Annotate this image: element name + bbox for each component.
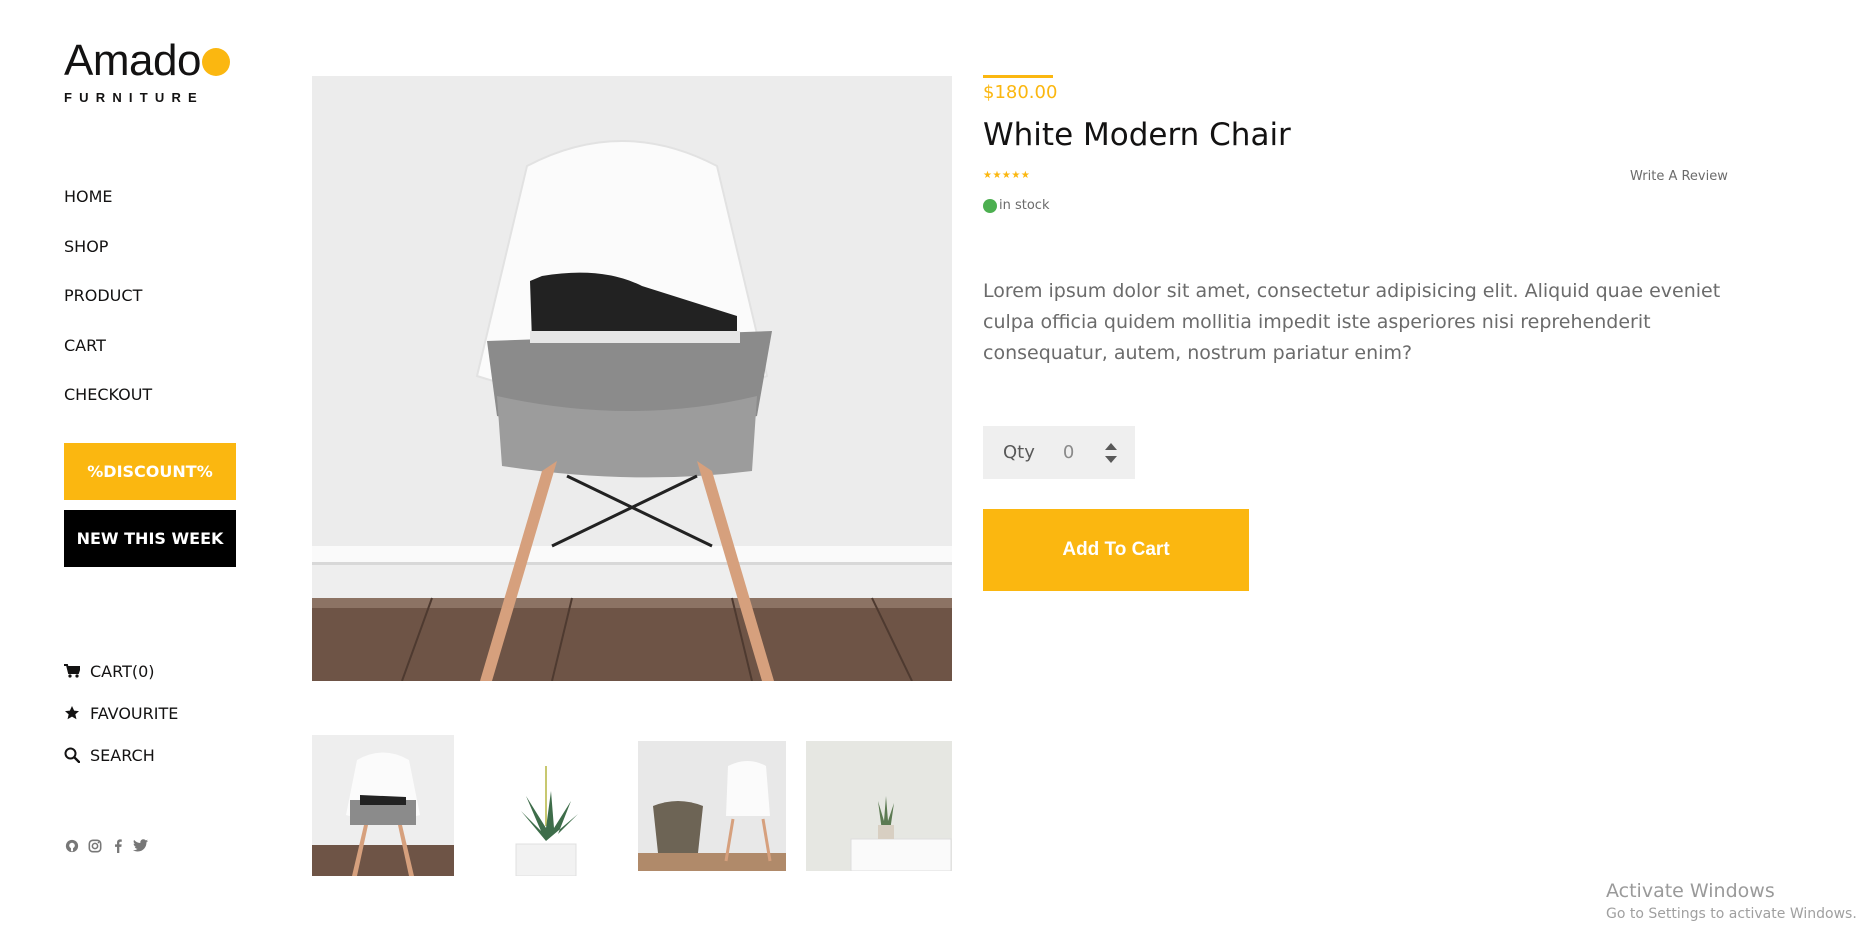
tool-search[interactable]: SEARCH <box>64 734 178 776</box>
nav-item-home: HOME <box>64 172 152 222</box>
qty-decrease-icon[interactable] <box>1104 455 1117 463</box>
product-thumbnail-1[interactable] <box>312 735 454 876</box>
product-thumbnail-4[interactable] <box>806 741 952 871</box>
nav-item-product: PRODUCT <box>64 271 152 321</box>
twitter-icon[interactable] <box>133 838 148 853</box>
rating-stars: ★★★★★ <box>983 170 1031 181</box>
write-review-link[interactable]: Write A Review <box>1630 169 1728 184</box>
product-price: $180.00 <box>983 82 1058 103</box>
tool-cart-label: CART(0) <box>90 661 155 681</box>
product-title: White Modern Chair <box>983 117 1291 153</box>
sidebar-tools: CART(0) FAVOURITE SEARCH <box>64 650 178 776</box>
cart-icon <box>64 664 90 678</box>
instagram-icon[interactable] <box>87 838 102 853</box>
stock-status: in stock <box>983 198 1049 213</box>
discount-button[interactable]: %DISCOUNT% <box>64 443 236 500</box>
tool-search-label: SEARCH <box>90 745 155 765</box>
product-thumbnail-3[interactable] <box>638 741 786 871</box>
product-main-image[interactable] <box>312 76 952 681</box>
quantity-stepper: Qty <box>983 426 1135 479</box>
nav-link-product[interactable]: PRODUCT <box>64 286 142 305</box>
sidebar: Amado FURNITURE HOME SHOP PRODUCT CART C… <box>0 0 300 931</box>
nav-link-checkout[interactable]: CHECKOUT <box>64 385 152 404</box>
nav-item-shop: SHOP <box>64 222 152 272</box>
facebook-icon[interactable] <box>110 838 125 853</box>
chair-photo <box>312 76 952 681</box>
new-this-week-button[interactable]: NEW THIS WEEK <box>64 510 236 567</box>
logo-dot <box>201 48 230 76</box>
nav-link-home[interactable]: HOME <box>64 187 113 206</box>
main-nav: HOME SHOP PRODUCT CART CHECKOUT <box>64 172 152 420</box>
nav-link-cart[interactable]: CART <box>64 336 106 355</box>
nav-link-shop[interactable]: SHOP <box>64 237 108 256</box>
tool-cart[interactable]: CART(0) <box>64 650 178 692</box>
stock-label: in stock <box>999 198 1050 213</box>
github-icon[interactable] <box>64 838 79 853</box>
logo[interactable]: Amado FURNITURE <box>64 38 230 105</box>
product-description: Lorem ipsum dolor sit amet, consectetur … <box>983 280 1721 364</box>
qty-input[interactable] <box>1062 442 1093 463</box>
social-links <box>64 838 148 853</box>
price-accent-line <box>983 75 1053 78</box>
qty-label: Qty <box>1003 442 1035 463</box>
add-to-cart-button[interactable]: Add To Cart <box>983 509 1249 591</box>
windows-activation-subtitle: Go to Settings to activate Windows. <box>1606 906 1857 922</box>
qty-increase-icon[interactable] <box>1104 442 1117 450</box>
qty-arrows <box>1104 442 1117 463</box>
star-icon <box>64 705 90 721</box>
windows-activation-title: Activate Windows <box>1606 880 1775 902</box>
search-icon <box>64 747 90 763</box>
tool-favourite-label: FAVOURITE <box>90 703 179 723</box>
logo-tagline: FURNITURE <box>64 90 204 105</box>
stock-indicator-icon <box>983 198 997 213</box>
product-thumbnail-2[interactable] <box>496 756 596 876</box>
nav-item-checkout: CHECKOUT <box>64 370 152 420</box>
logo-text: Amado <box>64 36 201 85</box>
nav-item-cart: CART <box>64 321 152 371</box>
tool-favourite[interactable]: FAVOURITE <box>64 692 178 734</box>
